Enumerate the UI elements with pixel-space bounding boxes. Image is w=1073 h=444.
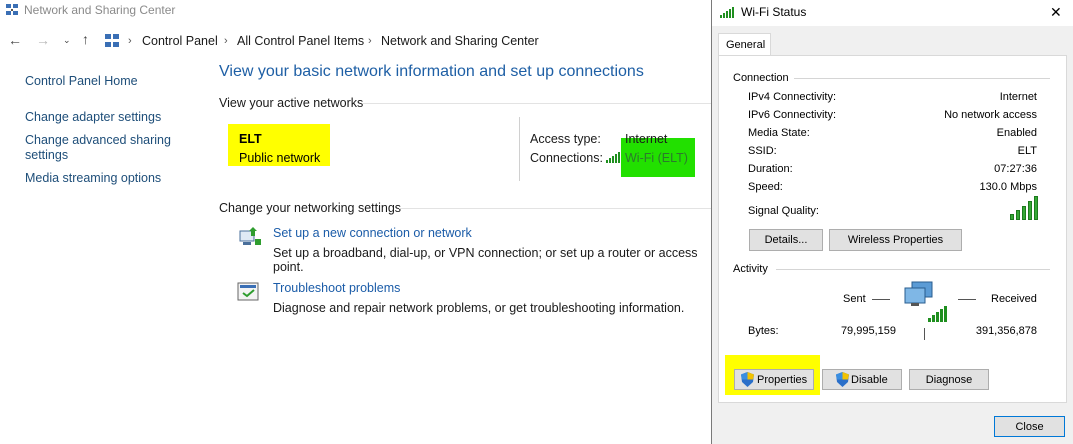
troubleshoot-link[interactable]: Troubleshoot problems: [273, 281, 400, 295]
divider: [399, 208, 713, 209]
troubleshoot-desc: Diagnose and repair network problems, or…: [273, 301, 685, 315]
wifi-signal-icon: [606, 152, 620, 163]
close-icon[interactable]: ✕: [1050, 4, 1062, 21]
details-button[interactable]: Details...: [749, 229, 823, 251]
diagnose-button[interactable]: Diagnose: [909, 369, 989, 390]
window-title: Network and Sharing Center: [24, 3, 176, 17]
divider: [363, 103, 713, 104]
sidebar-change-adapter[interactable]: Change adapter settings: [25, 110, 161, 125]
recent-pages-chevron-icon[interactable]: ⌄: [63, 35, 71, 46]
sidebar-control-panel-home[interactable]: Control Panel Home: [25, 74, 138, 89]
duration-value: 07:27:36: [994, 163, 1037, 175]
breadcrumb-separator-icon: ›: [224, 35, 228, 47]
breadcrumb-separator-icon: ›: [128, 35, 132, 47]
new-connection-icon: [239, 227, 261, 245]
network-activity-icon: [904, 281, 947, 322]
ssid-label: SSID:: [748, 145, 777, 157]
setup-connection-desc: Set up a broadband, dial-up, or VPN conn…: [273, 246, 698, 274]
change-settings-label: Change your networking settings: [219, 201, 402, 215]
troubleshoot-icon: [237, 282, 259, 301]
speed-label: Speed:: [748, 181, 783, 193]
network-center-icon: [6, 4, 18, 15]
divider: [519, 117, 520, 181]
disable-button[interactable]: Disable: [822, 369, 902, 390]
ipv6-label: IPv6 Connectivity:: [748, 109, 837, 121]
setup-connection-link[interactable]: Set up a new connection or network: [273, 226, 472, 240]
connections-label: Connections:: [530, 151, 603, 165]
page-title: View your basic network information and …: [219, 63, 644, 80]
sidebar-media-streaming[interactable]: Media streaming options: [25, 171, 161, 186]
close-button[interactable]: Close: [994, 416, 1065, 437]
breadcrumb-all-items[interactable]: All Control Panel Items: [237, 34, 364, 48]
network-type: Public network: [239, 151, 321, 165]
bytes-sent-value: 79,995,159: [840, 325, 896, 337]
wifi-signal-icon: [720, 7, 734, 18]
divider: [872, 299, 890, 300]
breadcrumb-separator-icon: ›: [368, 35, 372, 47]
divider: [776, 269, 1050, 270]
access-type-label: Access type:: [530, 132, 601, 146]
media-state-label: Media State:: [748, 127, 810, 139]
sent-label: Sent: [843, 293, 866, 305]
divider: [794, 78, 1050, 79]
wireless-properties-button[interactable]: Wireless Properties: [829, 229, 962, 251]
uac-shield-icon: [836, 372, 849, 387]
ipv6-value: No network access: [944, 109, 1037, 121]
properties-button-label: Properties: [757, 374, 808, 386]
activity-group-label: Activity: [733, 263, 768, 275]
uac-shield-icon: [741, 372, 754, 387]
forward-arrow-icon[interactable]: →: [36, 32, 50, 48]
breadcrumb-network-center[interactable]: Network and Sharing Center: [381, 34, 539, 48]
ipv4-value: Internet: [999, 91, 1037, 103]
tab-general-label: General: [726, 39, 766, 51]
media-state-value: Enabled: [996, 127, 1037, 139]
received-label: Received: [991, 293, 1037, 305]
control-panel-icon: [105, 34, 119, 47]
sidebar-advanced-sharing[interactable]: Change advanced sharing settings: [25, 133, 185, 163]
divider: [958, 299, 976, 300]
divider: [924, 328, 925, 340]
back-arrow-icon[interactable]: ←: [8, 32, 22, 48]
bytes-received-value: 391,356,878: [975, 325, 1037, 337]
access-type-value: Internet: [625, 132, 668, 146]
wifi-status-dialog: Wi-Fi Status ✕ General Connection IPv4 C…: [711, 0, 1073, 444]
ssid-value: ELT: [1017, 145, 1037, 157]
up-arrow-icon[interactable]: ↑: [82, 31, 89, 47]
breadcrumb-control-panel[interactable]: Control Panel: [142, 34, 218, 48]
signal-quality-icon: [1010, 196, 1038, 220]
tab-general[interactable]: General: [718, 33, 771, 56]
wifi-connection-link[interactable]: Wi-Fi (ELT): [625, 151, 688, 165]
bytes-label: Bytes:: [748, 325, 779, 337]
active-networks-label: View your active networks: [219, 96, 364, 110]
speed-value: 130.0 Mbps: [979, 181, 1037, 193]
network-name: ELT: [239, 132, 262, 146]
network-sharing-center-window: Network and Sharing Center ← → ⌄ ↑ › Con…: [0, 0, 713, 444]
disable-button-label: Disable: [851, 374, 888, 386]
dialog-title: Wi-Fi Status: [741, 5, 807, 19]
connection-group-label: Connection: [733, 72, 789, 84]
ipv4-label: IPv4 Connectivity:: [748, 91, 837, 103]
duration-label: Duration:: [748, 163, 793, 175]
signal-quality-label: Signal Quality:: [748, 205, 819, 217]
